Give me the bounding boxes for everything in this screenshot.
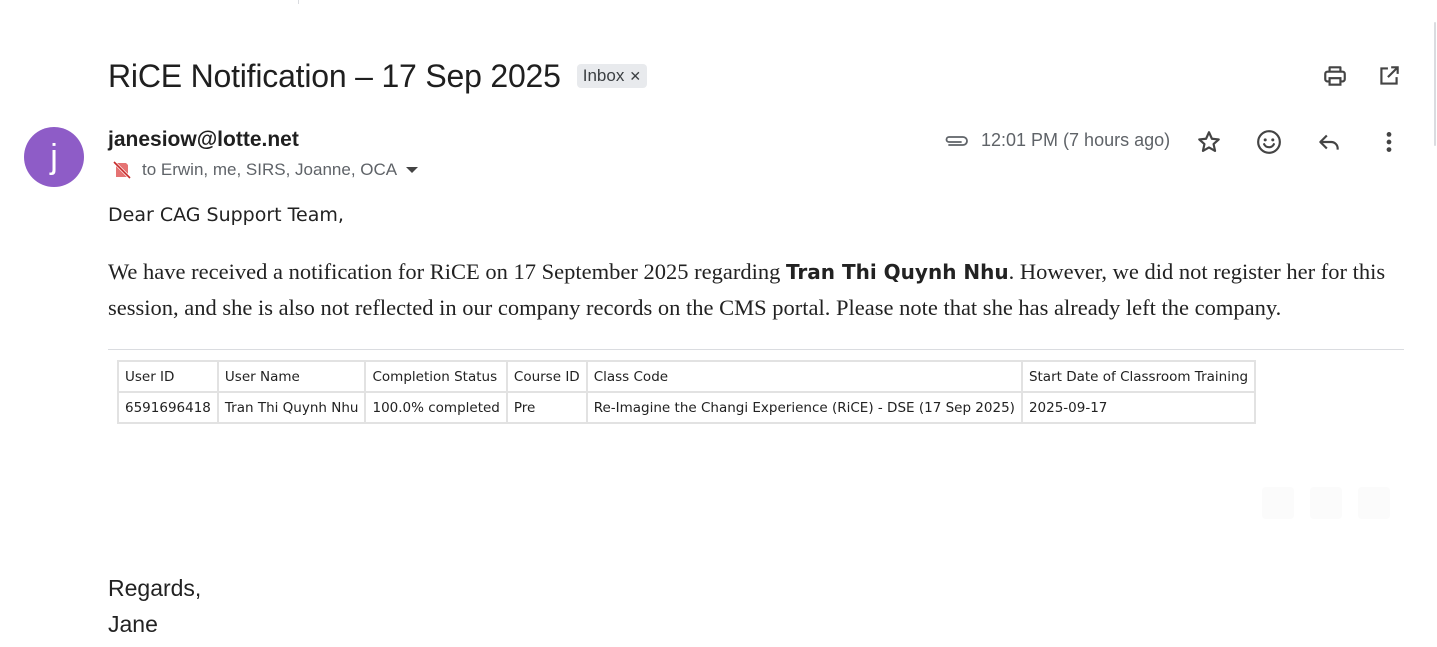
hover-action-placeholder — [1358, 487, 1390, 519]
divider — [108, 349, 1404, 350]
column-header: Class Code — [585, 360, 1023, 393]
column-header: User ID — [117, 360, 219, 393]
scrollbar-thumb[interactable] — [1434, 22, 1436, 146]
column-header: Start Date of Classroom Training — [1020, 360, 1257, 393]
column-header: Completion Status — [364, 360, 508, 393]
email-signoff: Regards, Jane — [108, 570, 201, 642]
label-chip-text: Inbox — [582, 66, 625, 85]
remove-label-icon[interactable]: ✕ — [629, 68, 641, 85]
paragraph-text-1: We have received a notification for RiCE… — [108, 259, 786, 284]
divider — [298, 0, 299, 4]
table-cell: Tran Thi Quynh Nhu — [216, 391, 367, 424]
table-cell: Pre — [505, 391, 588, 424]
table-row: 6591696418 Tran Thi Quynh Nhu 100.0% com… — [117, 391, 1257, 424]
recipients-row: to Erwin, me, SIRS, Joanne, OCA — [112, 160, 419, 180]
table-cell: 100.0% completed — [364, 391, 508, 424]
chevron-down-icon[interactable] — [406, 167, 419, 173]
more-options-button[interactable] — [1375, 128, 1403, 156]
paperclip-icon — [945, 136, 968, 146]
hover-action-placeholder — [1262, 487, 1294, 519]
avatar[interactable]: j — [24, 127, 84, 187]
closing-text: Regards, — [108, 575, 202, 601]
signature-name: Jane — [108, 611, 158, 637]
training-table: User ID User Name Completion Status Cour… — [117, 360, 1257, 424]
email-paragraph: We have received a notification for RiCE… — [108, 254, 1418, 326]
star-button[interactable] — [1195, 128, 1223, 156]
table-cell: 2025-09-17 — [1020, 391, 1257, 424]
attachment-indicator — [944, 131, 970, 156]
open-in-new-window-button[interactable] — [1375, 62, 1403, 90]
employee-name: Tran Thi Quynh Nhu — [785, 260, 1009, 284]
sender-email[interactable]: janesiow@lotte.net — [108, 128, 299, 152]
print-icon — [1324, 66, 1346, 86]
reply-button[interactable] — [1315, 128, 1343, 156]
table-cell: Re-Imagine the Changi Experience (RiCE) … — [585, 391, 1023, 424]
recipients-list: to Erwin, me, SIRS, Joanne, OCA — [142, 160, 398, 179]
table-header-row: User ID User Name Completion Status Cour… — [117, 360, 1257, 393]
email-subject: RiCE Notification – 17 Sep 2025 — [108, 57, 561, 94]
column-header: User Name — [216, 360, 367, 393]
subject-row: RiCE Notification – 17 Sep 2025 Inbox ✕ — [108, 56, 648, 96]
column-header: Course ID — [505, 360, 588, 393]
print-button[interactable] — [1321, 62, 1349, 90]
emoji-reaction-button[interactable] — [1255, 128, 1283, 156]
emoji-reaction-icon — [1257, 130, 1281, 154]
hover-action-placeholder — [1310, 487, 1342, 519]
reply-icon — [1319, 134, 1339, 150]
email-timestamp: 12:01 PM (7 hours ago) — [981, 130, 1171, 150]
external-sender-icon — [112, 160, 132, 180]
more-vertical-icon — [1386, 132, 1392, 152]
open-in-new-window-icon — [1380, 66, 1399, 85]
star-icon — [1198, 131, 1220, 152]
email-greeting: Dear CAG Support Team, — [108, 204, 344, 226]
table-cell: 6591696418 — [117, 391, 219, 424]
inbox-label-chip[interactable]: Inbox ✕ — [576, 64, 648, 88]
